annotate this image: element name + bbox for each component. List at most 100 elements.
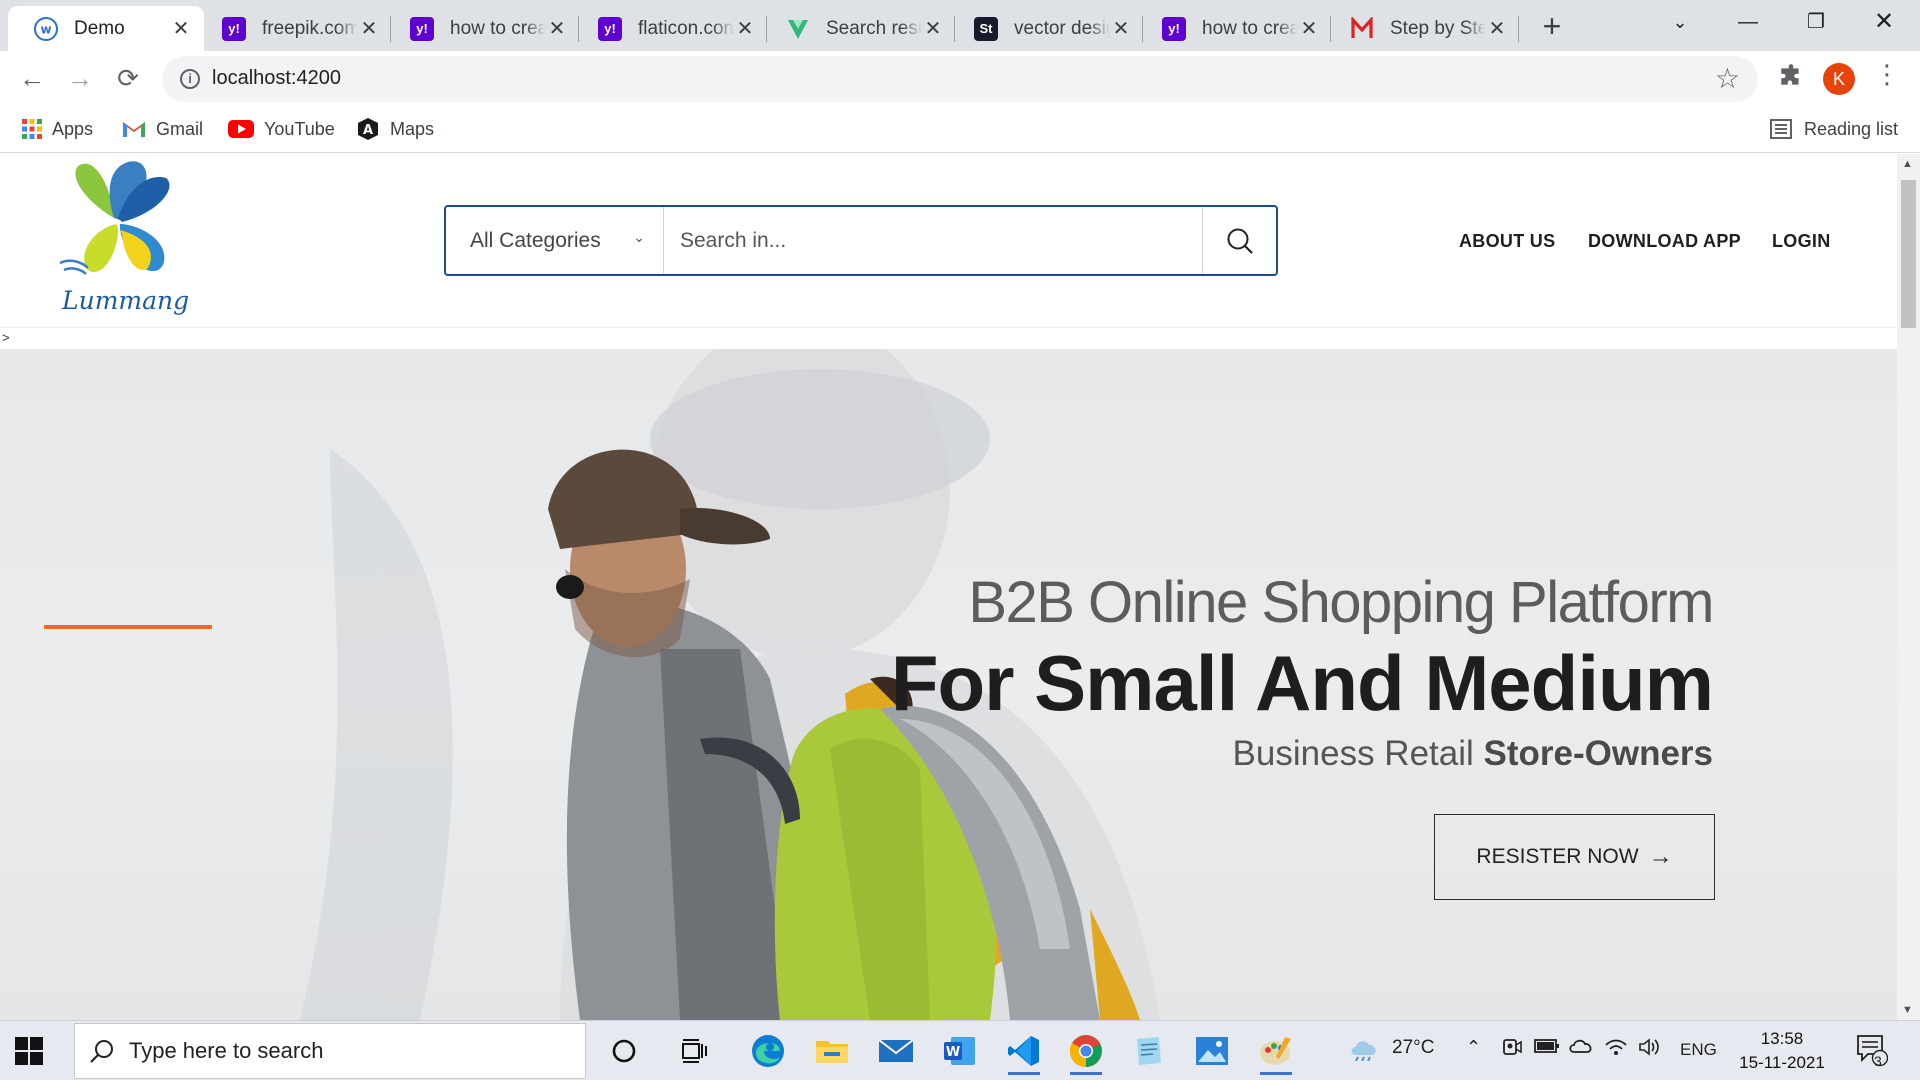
- tab-separator: [1518, 16, 1519, 42]
- tab-title: Demo: [74, 17, 125, 39]
- register-now-button[interactable]: RESISTER NOW →: [1434, 814, 1715, 900]
- close-icon[interactable]: ✕: [734, 16, 756, 41]
- scroll-down-arrow-icon[interactable]: ▼: [1902, 1004, 1913, 1016]
- notepad-icon: [1137, 1037, 1161, 1065]
- edge-app[interactable]: [744, 1029, 792, 1073]
- search-icon: [1227, 228, 1253, 254]
- butterfly-logo-icon: [59, 161, 170, 275]
- reload-button[interactable]: ⟳: [110, 60, 146, 96]
- scrollbar-thumb[interactable]: [1901, 180, 1916, 328]
- more-menu-icon[interactable]: ⋮: [1874, 59, 1900, 90]
- tab-how-to-create[interactable]: y! how to create ✕: [384, 6, 580, 51]
- tab-step-by-step[interactable]: Step by Step ✕: [1324, 6, 1520, 51]
- onedrive-cloud-icon[interactable]: [1568, 1037, 1594, 1061]
- tab-search-results[interactable]: Search results ✕: [760, 6, 956, 51]
- restore-button[interactable]: ❐: [1786, 4, 1846, 40]
- bookmark-gmail[interactable]: Gmail: [122, 115, 203, 143]
- tab-title: vector design: [1014, 17, 1110, 39]
- close-window-button[interactable]: ✕: [1854, 4, 1914, 40]
- word-app[interactable]: W: [936, 1029, 984, 1073]
- reading-list-button[interactable]: Reading list: [1770, 115, 1898, 143]
- notification-center-icon[interactable]: [1856, 1033, 1889, 1073]
- demo-favicon: w: [34, 16, 58, 41]
- chrome-app[interactable]: [1062, 1029, 1110, 1075]
- bookmark-apps[interactable]: Apps: [22, 115, 93, 143]
- yahoo-favicon: y!: [222, 16, 246, 41]
- file-explorer-app[interactable]: [808, 1029, 856, 1073]
- hero-subheading: Business Retail Store-Owners: [1233, 734, 1713, 774]
- taskbar-search-box[interactable]: [74, 1023, 586, 1079]
- stray-text: >: [2, 330, 10, 345]
- category-dropdown[interactable]: All Categories ⌄: [446, 207, 664, 274]
- paint-app[interactable]: [1252, 1029, 1300, 1075]
- hero-sub-bold: Store-Owners: [1483, 734, 1714, 773]
- address-bar[interactable]: i localhost:4200 ☆: [162, 56, 1758, 102]
- nav-about-us[interactable]: ABOUT US: [1459, 231, 1555, 252]
- clock-date: 15-11-2021: [1739, 1053, 1825, 1072]
- extensions-puzzle-icon[interactable]: [1778, 63, 1804, 96]
- bookmark-label: Gmail: [156, 118, 204, 139]
- mail-app[interactable]: [872, 1029, 920, 1073]
- notepad-app[interactable]: [1124, 1029, 1172, 1073]
- cortana-circle-icon: [612, 1039, 636, 1063]
- scroll-up-arrow-icon[interactable]: ▲: [1902, 158, 1913, 170]
- tab-demo[interactable]: w Demo ✕: [8, 6, 204, 51]
- wifi-icon[interactable]: [1604, 1037, 1628, 1063]
- site-header: Lummang All Categories ⌄ ABOUT US DOWNLO…: [0, 154, 1897, 328]
- photos-icon: [1196, 1037, 1228, 1065]
- yahoo-favicon: y!: [598, 16, 622, 41]
- weather-temperature[interactable]: 27°C: [1392, 1037, 1434, 1059]
- browser-tab-strip: w Demo ✕ y! freepik.com ✕ y! how to crea…: [0, 0, 1920, 51]
- site-info-icon[interactable]: i: [180, 69, 200, 89]
- meet-now-icon[interactable]: [1500, 1037, 1522, 1065]
- start-button[interactable]: [14, 1036, 44, 1066]
- close-icon[interactable]: ✕: [170, 16, 192, 41]
- vscode-app[interactable]: [1000, 1029, 1048, 1075]
- close-icon[interactable]: ✕: [546, 16, 568, 41]
- taskbar-search-input[interactable]: [129, 1038, 549, 1064]
- search-input[interactable]: [664, 207, 1204, 274]
- chevron-up-icon[interactable]: ⌃: [1466, 1037, 1481, 1058]
- taskbar-clock[interactable]: 13:58 15-11-2021: [1734, 1027, 1830, 1075]
- close-icon[interactable]: ✕: [1298, 16, 1320, 41]
- windows-taskbar: W 27°C ⌃ ENG 13:58 15-11-2021 3: [0, 1020, 1920, 1080]
- nav-login[interactable]: LOGIN: [1772, 231, 1831, 252]
- page-scrollbar[interactable]: ▲ ▼: [1897, 154, 1920, 1020]
- cortana-button[interactable]: [600, 1029, 648, 1073]
- tab-how-to-create-2[interactable]: y! how to create ✕: [1136, 6, 1332, 51]
- tab-freepik[interactable]: y! freepik.com ✕: [196, 6, 392, 51]
- volume-icon[interactable]: [1638, 1037, 1662, 1063]
- nav-download-app[interactable]: DOWNLOAD APP: [1588, 231, 1741, 252]
- photos-app[interactable]: [1188, 1029, 1236, 1073]
- minimize-button[interactable]: —: [1718, 4, 1778, 40]
- hero-banner: B2B Online Shopping Platform For Small A…: [0, 349, 1897, 1020]
- tab-search-chevron-icon[interactable]: ⌄: [1650, 4, 1710, 40]
- mail-icon: [878, 1039, 914, 1062]
- maps-icon: A: [356, 117, 380, 141]
- tab-flaticon[interactable]: y! flaticon.com ✕: [572, 6, 768, 51]
- bookmark-maps[interactable]: A Maps: [356, 115, 434, 143]
- task-view-button[interactable]: [670, 1029, 718, 1073]
- hero-title: B2B Online Shopping Platform: [968, 570, 1714, 635]
- bookmark-star-icon[interactable]: ☆: [1715, 62, 1740, 95]
- forward-button[interactable]: →: [62, 60, 98, 96]
- edge-icon: [752, 1035, 784, 1067]
- battery-icon[interactable]: [1534, 1037, 1560, 1061]
- tab-vector-design[interactable]: St vector design ✕: [948, 6, 1144, 51]
- close-icon[interactable]: ✕: [922, 16, 944, 41]
- input-language[interactable]: ENG: [1680, 1040, 1717, 1060]
- close-icon[interactable]: ✕: [358, 16, 380, 41]
- bookmark-youtube[interactable]: YouTube: [228, 115, 335, 143]
- new-tab-button[interactable]: +: [1534, 8, 1570, 44]
- yahoo-favicon: y!: [1162, 16, 1186, 41]
- close-icon[interactable]: ✕: [1110, 16, 1132, 41]
- profile-avatar[interactable]: K: [1823, 63, 1855, 95]
- site-logo[interactable]: Lummang: [58, 158, 189, 328]
- search-button[interactable]: [1202, 207, 1276, 274]
- back-button[interactable]: ←: [14, 60, 50, 96]
- category-selected-value: All Categories: [470, 228, 601, 252]
- weather-icon[interactable]: [1348, 1035, 1380, 1067]
- tab-title: freepik.com: [262, 17, 358, 39]
- close-icon[interactable]: ✕: [1486, 16, 1508, 41]
- address-url[interactable]: localhost:4200: [212, 67, 341, 90]
